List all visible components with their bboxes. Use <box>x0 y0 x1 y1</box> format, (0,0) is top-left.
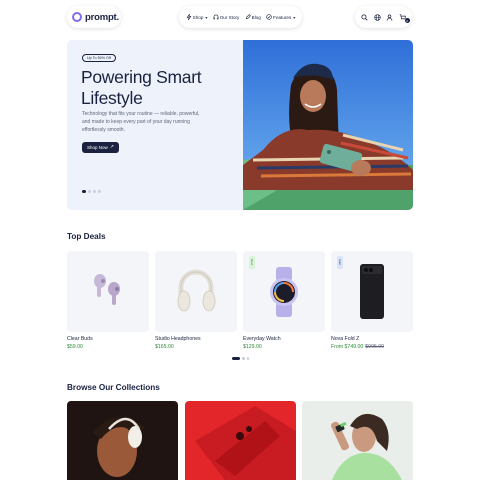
pen-icon <box>245 14 251 20</box>
headphones-image <box>177 269 216 312</box>
top-deals-title: Top Deals <box>67 232 106 241</box>
features-icon <box>266 14 272 20</box>
cart-icon[interactable]: 0 <box>399 13 410 23</box>
deals-pagination <box>232 357 249 360</box>
globe-icon[interactable] <box>373 13 381 21</box>
cart-count-badge: 0 <box>404 18 410 23</box>
collection-card-phones[interactable] <box>185 401 296 480</box>
nav-item-features[interactable]: Features ▾ <box>266 14 295 20</box>
product-price: $165.00 <box>155 344 174 350</box>
hero-carousel-dots <box>82 190 101 193</box>
product-name[interactable]: Studio Headphones <box>155 336 201 342</box>
hero-subtitle: Technology that fits your routine — reli… <box>82 111 200 133</box>
nav-item-shop[interactable]: Shop ▾ <box>186 14 208 20</box>
logo-mark-icon <box>72 12 82 22</box>
old-price: $995.00 <box>365 344 385 350</box>
collection-image-watch-woman <box>302 401 413 480</box>
nav-label: Features <box>273 14 292 20</box>
page-dot[interactable] <box>246 357 249 360</box>
shop-now-button[interactable]: Shop Now ↗ <box>82 142 119 153</box>
headphones-icon <box>213 14 219 20</box>
page-dot[interactable] <box>242 357 245 360</box>
search-icon[interactable] <box>360 13 368 21</box>
lightning-icon <box>186 14 192 20</box>
earbuds-image <box>94 274 120 305</box>
smartphone-image <box>360 264 384 319</box>
arrow-right-icon: ↗ <box>109 144 114 150</box>
product-price: $59.00 <box>67 344 83 350</box>
carousel-dot[interactable] <box>88 190 91 193</box>
price-value: $59.00 <box>67 344 83 350</box>
product-name[interactable]: Everyday Watch <box>243 336 281 342</box>
user-icon[interactable] <box>386 13 394 21</box>
product-card-studio-headphones[interactable] <box>155 251 237 332</box>
product-card-nova-fold-z[interactable]: Sale <box>331 251 413 332</box>
price-value: $129.00 <box>243 344 262 350</box>
new-tag: New <box>249 256 255 269</box>
smartwatch-image <box>270 267 298 317</box>
chevron-down-icon: ▾ <box>205 14 208 20</box>
nav-label: Our Story <box>219 14 240 20</box>
main-nav: Shop ▾ Our Story Blog Features ▾ <box>179 6 302 28</box>
carousel-dot[interactable] <box>93 190 96 193</box>
product-name[interactable]: Nova Fold Z <box>331 336 359 342</box>
hero-content: Up To 50% Off Powering Smart Lifestyle T… <box>67 40 243 210</box>
header-actions: 0 <box>355 6 412 28</box>
nav-item-our-story[interactable]: Our Story <box>213 14 240 20</box>
page-dot[interactable] <box>232 357 240 360</box>
shop-now-label: Shop Now <box>87 145 108 150</box>
carousel-dot[interactable] <box>98 190 101 193</box>
nav-label: Blog <box>251 14 261 20</box>
product-card-clear-buds[interactable] <box>67 251 149 332</box>
nav-item-blog[interactable]: Blog <box>245 14 261 20</box>
sale-tag: Sale <box>337 256 343 269</box>
product-name[interactable]: Clear Buds <box>67 336 93 342</box>
carousel-dot[interactable] <box>82 190 86 193</box>
collection-card-audio[interactable] <box>67 401 178 480</box>
price-value: From $749.00 <box>331 344 364 350</box>
product-price: From $749.00 $995.00 <box>331 344 384 350</box>
hero-banner: Up To 50% Off Powering Smart Lifestyle T… <box>67 40 413 210</box>
collection-image-headphones-man <box>67 401 178 480</box>
discount-badge: Up To 50% Off <box>82 54 116 62</box>
product-card-everyday-watch[interactable]: New <box>243 251 325 332</box>
product-price: $129.00 <box>243 344 262 350</box>
collection-card-wearables[interactable] <box>302 401 413 480</box>
hero-lifestyle-image <box>243 40 413 210</box>
collections-title: Browse Our Collections <box>67 383 160 392</box>
collection-image-red-phone <box>185 401 296 480</box>
nav-label: Shop <box>192 14 204 20</box>
price-value: $165.00 <box>155 344 174 350</box>
hero-title: Powering Smart Lifestyle <box>81 67 202 108</box>
logo[interactable]: prompt. <box>67 6 121 28</box>
logo-text: prompt. <box>85 11 119 23</box>
site-header: prompt. Shop ▾ Our Story Blog Features ▾ <box>0 6 480 28</box>
chevron-down-icon: ▾ <box>293 14 296 20</box>
